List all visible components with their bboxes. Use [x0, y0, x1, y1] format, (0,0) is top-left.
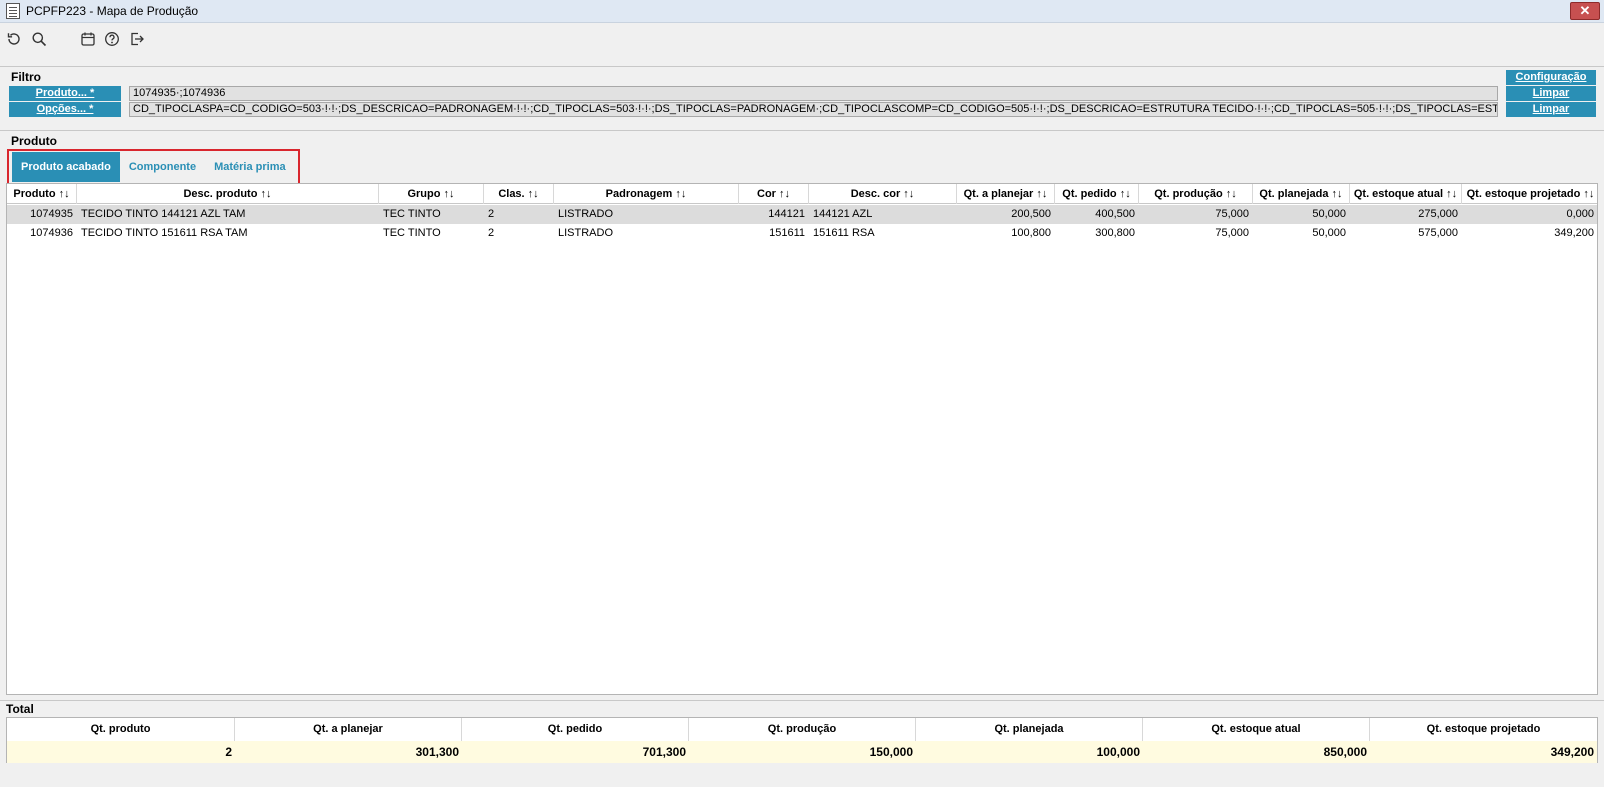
cell-clas: 2 — [488, 208, 495, 220]
total-header-qt-pedido: Qt. pedido — [462, 718, 689, 741]
cell-grupo: TEC TINTO — [383, 227, 441, 239]
cell-qt-estoque-atual: 275,000 — [1418, 208, 1458, 220]
window-title: PCPFP223 - Mapa de Produção — [26, 4, 199, 18]
opcoes-filter-field[interactable]: CD_TIPOCLASPA=CD_CODIGO=503·!·!·;DS_DESC… — [129, 102, 1498, 117]
total-value-qt-a-planejar: 301,300 — [235, 741, 462, 763]
cell-qt-pedido: 400,500 — [1095, 208, 1135, 220]
cell-cor: 151611 — [769, 227, 805, 239]
cell-padronagem: LISTRADO — [558, 208, 614, 220]
produto-filter-button[interactable]: Produto... * — [9, 86, 121, 101]
col-header-cor[interactable]: Cor ↑↓ — [739, 184, 809, 204]
col-header-desc-cor[interactable]: Desc. cor ↑↓ — [809, 184, 957, 204]
limpar-produto-button[interactable]: Limpar — [1506, 86, 1596, 101]
total-header-qt-produto: Qt. produto — [7, 718, 235, 741]
total-section-label: Total — [6, 702, 34, 716]
produto-filter-field[interactable]: 1074935·;1074936 — [129, 86, 1498, 101]
cell-desc-produto: TECIDO TINTO 151611 RSA TAM — [81, 227, 248, 239]
divider — [0, 66, 1604, 67]
col-header-desc-produto[interactable]: Desc. produto ↑↓ — [77, 184, 379, 204]
cell-qt-estoque-atual: 575,000 — [1418, 227, 1458, 239]
total-header-qt-planejada: Qt. planejada — [916, 718, 1143, 741]
tab-materia-prima[interactable]: Matéria prima — [205, 152, 295, 182]
total-value-qt-produto: 2 — [7, 741, 235, 763]
tab-componente[interactable]: Componente — [120, 152, 205, 182]
cell-qt-estoque-projetado: 349,200 — [1554, 227, 1594, 239]
limpar-opcoes-button[interactable]: Limpar — [1506, 102, 1596, 117]
divider — [0, 700, 1604, 701]
toolbar — [0, 24, 1604, 54]
cell-grupo: TEC TINTO — [383, 208, 441, 220]
cell-qt-producao: 75,000 — [1215, 227, 1249, 239]
cell-produto: 1074935 — [30, 208, 73, 220]
produto-section-label: Produto — [11, 134, 57, 148]
tab-produto-acabado[interactable]: Produto acabado — [12, 152, 120, 182]
filter-section-label: Filtro — [11, 70, 41, 84]
cell-desc-cor: 151611 RSA — [813, 227, 875, 239]
document-icon — [6, 3, 20, 19]
total-header-qt-producao: Qt. produção — [689, 718, 916, 741]
cell-qt-planejada: 50,000 — [1312, 208, 1346, 220]
cell-clas: 2 — [488, 227, 495, 239]
cell-desc-cor: 144121 AZL — [813, 208, 873, 220]
table-row[interactable]: 1074936 TECIDO TINTO 151611 RSA TAM TEC … — [7, 224, 1597, 243]
col-header-qt-planejada[interactable]: Qt. planejada ↑↓ — [1253, 184, 1350, 204]
exit-icon[interactable] — [128, 30, 146, 48]
cell-qt-pedido: 300,800 — [1095, 227, 1135, 239]
close-button[interactable]: ✕ — [1570, 2, 1600, 20]
title-bar: PCPFP223 - Mapa de Produção ✕ — [0, 0, 1604, 23]
total-value-qt-estoque-projetado: 349,200 — [1370, 741, 1597, 763]
total-header-qt-estoque-atual: Qt. estoque atual — [1143, 718, 1370, 741]
cell-qt-estoque-projetado: 0,000 — [1566, 208, 1594, 220]
col-header-produto[interactable]: Produto ↑↓ — [7, 184, 77, 204]
configuracao-button[interactable]: Configuração — [1506, 70, 1596, 85]
total-value-qt-producao: 150,000 — [689, 741, 916, 763]
total-header-qt-a-planejar: Qt. a planejar — [235, 718, 462, 741]
cell-produto: 1074936 — [30, 227, 73, 239]
cell-qt-producao: 75,000 — [1215, 208, 1249, 220]
col-header-clas[interactable]: Clas. ↑↓ — [484, 184, 554, 204]
help-icon[interactable] — [103, 30, 121, 48]
cell-desc-produto: TECIDO TINTO 144121 AZL TAM — [81, 208, 246, 220]
cell-qt-a-planejar: 100,800 — [1011, 227, 1051, 239]
total-value-qt-pedido: 701,300 — [462, 741, 689, 763]
calendar-icon[interactable] — [79, 30, 97, 48]
col-header-qt-producao[interactable]: Qt. produção ↑↓ — [1139, 184, 1253, 204]
grid-header: Produto ↑↓ Desc. produto ↑↓ Grupo ↑↓ Cla… — [7, 184, 1597, 204]
divider — [0, 130, 1604, 131]
col-header-qt-a-planejar[interactable]: Qt. a planejar ↑↓ — [957, 184, 1055, 204]
total-header-qt-estoque-projetado: Qt. estoque projetado — [1426, 723, 1541, 735]
product-type-tabs: Produto acabado Componente Matéria prima — [7, 149, 300, 185]
search-icon[interactable] — [30, 30, 48, 48]
col-header-qt-estoque-atual[interactable]: Qt. estoque atual ↑↓ — [1350, 184, 1462, 204]
col-header-qt-pedido[interactable]: Qt. pedido ↑↓ — [1055, 184, 1139, 204]
cell-qt-a-planejar: 200,500 — [1011, 208, 1051, 220]
col-header-padronagem[interactable]: Padronagem ↑↓ — [554, 184, 739, 204]
col-header-grupo[interactable]: Grupo ↑↓ — [379, 184, 484, 204]
cell-cor: 144121 — [768, 208, 805, 220]
refresh-icon[interactable] — [5, 30, 23, 48]
table-row[interactable]: 1074935 TECIDO TINTO 144121 AZL TAM TEC … — [7, 205, 1597, 224]
cell-padronagem: LISTRADO — [558, 227, 614, 239]
totals-table: Qt. produto Qt. a planejar Qt. pedido Qt… — [6, 717, 1598, 763]
cell-qt-planejada: 50,000 — [1312, 227, 1346, 239]
total-value-qt-planejada: 100,000 — [916, 741, 1143, 763]
col-header-qt-estoque-projetado[interactable]: Qt. estoque projetado ↑↓ — [1462, 184, 1599, 204]
products-grid: Produto ↑↓ Desc. produto ↑↓ Grupo ↑↓ Cla… — [6, 183, 1598, 695]
total-value-qt-estoque-atual: 850,000 — [1143, 741, 1370, 763]
opcoes-filter-button[interactable]: Opções... * — [9, 102, 121, 117]
